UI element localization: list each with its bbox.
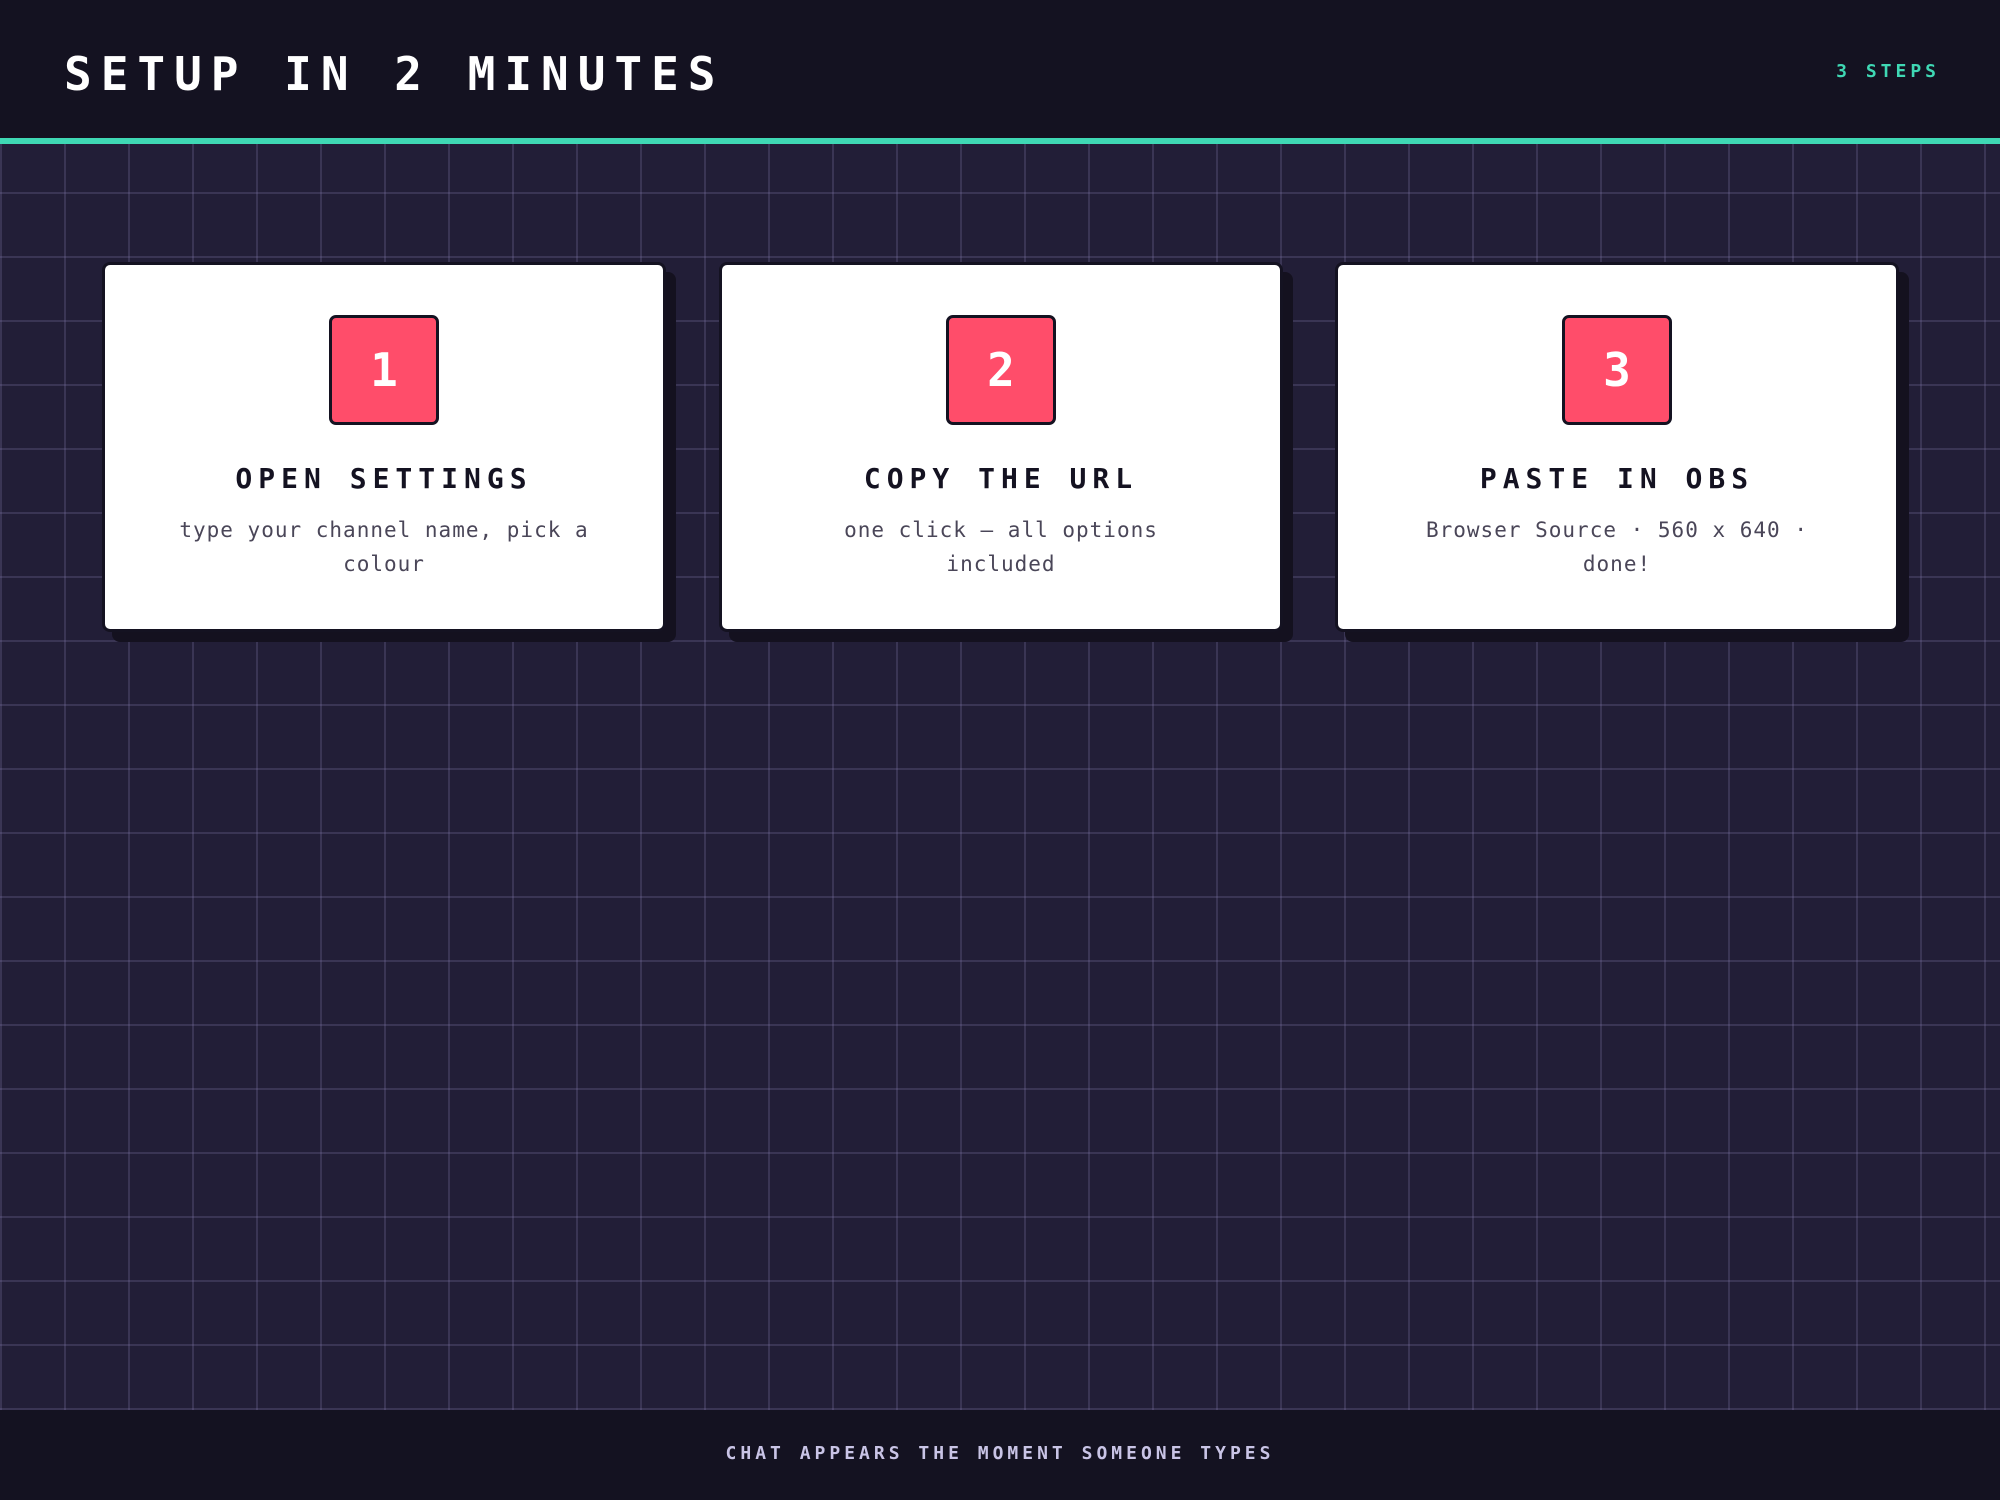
page-header: SETUP IN 2 MINUTES 3 STEPS [0, 0, 2000, 144]
step-description: Browser Source · 560 x 640 · done! [1425, 518, 1808, 576]
step-card-2: 2 COPY THE URL one click — all options i… [719, 262, 1283, 632]
step-card-3: 3 PASTE IN OBS Browser Source · 560 x 64… [1335, 262, 1899, 632]
step-number-badge: 1 [329, 315, 439, 425]
footer-tagline: CHAT APPEARS THE MOMENT SOMEONE TYPES [725, 1443, 1275, 1464]
step-title: OPEN SETTINGS [235, 462, 533, 495]
step-count-label: 3 STEPS [1836, 61, 1940, 82]
step-description: one click — all options included [844, 518, 1158, 576]
page-footer: CHAT APPEARS THE MOMENT SOMEONE TYPES [0, 1410, 2000, 1500]
page-title: SETUP IN 2 MINUTES [64, 47, 725, 101]
step-title: PASTE IN OBS [1479, 462, 1755, 495]
steps-container: 1 OPEN SETTINGS type your channel name, … [102, 262, 1899, 632]
step-title: COPY THE URL [863, 462, 1139, 495]
step-description: type your channel name, pick a colour [179, 518, 589, 576]
step-card-1: 1 OPEN SETTINGS type your channel name, … [102, 262, 666, 632]
step-number-badge: 3 [1562, 315, 1672, 425]
step-number-badge: 2 [946, 315, 1056, 425]
